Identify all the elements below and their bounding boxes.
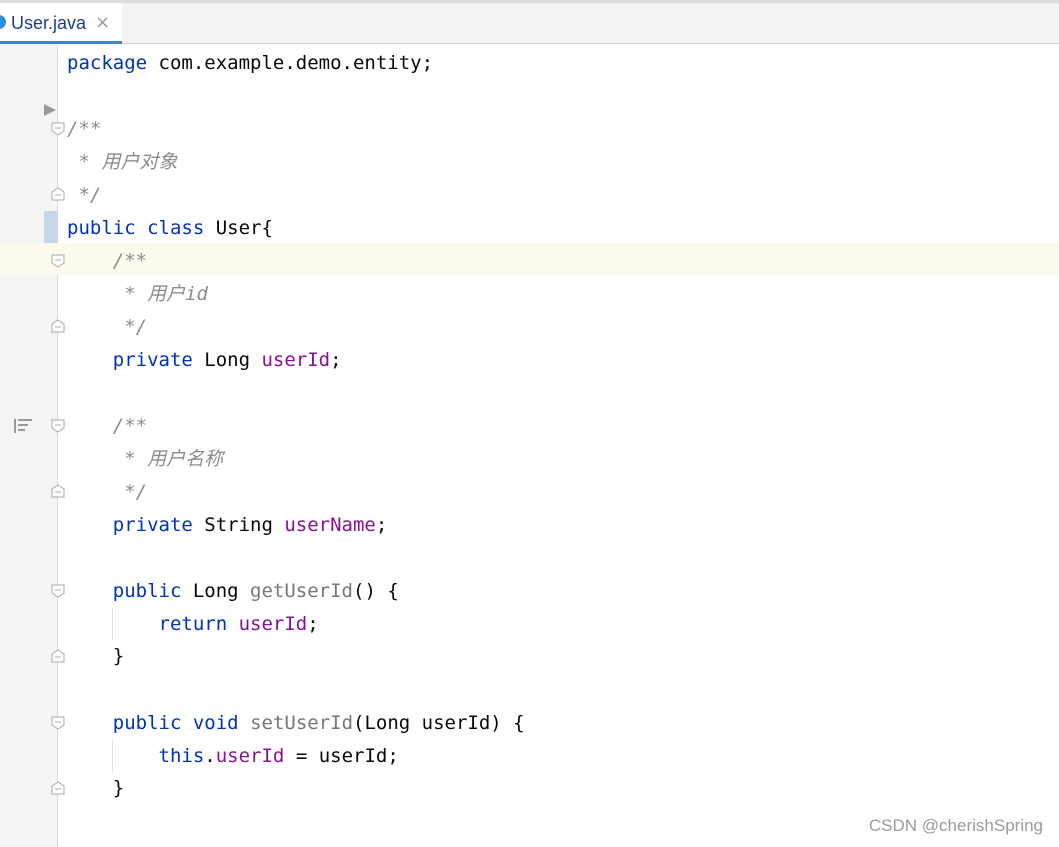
fold-end-icon[interactable] xyxy=(51,187,65,201)
fold-end-icon[interactable] xyxy=(51,649,65,663)
java-class-icon xyxy=(0,15,6,29)
fold-end-icon[interactable] xyxy=(51,484,65,498)
keyword: class xyxy=(147,217,205,239)
code-text: () { xyxy=(353,580,399,602)
code-line-comment[interactable]: * 用户对象 xyxy=(67,146,177,179)
code-text: com.example.demo.entity; xyxy=(147,52,434,74)
field-name: userId xyxy=(261,349,331,371)
keyword: public xyxy=(67,217,136,239)
tab-user-java[interactable]: User.java × xyxy=(0,3,122,44)
code-line[interactable]: package com.example.demo.entity; xyxy=(67,47,433,80)
code-line-comment[interactable]: /** xyxy=(67,245,147,278)
keyword: void xyxy=(192,712,239,734)
code-line[interactable]: private String userName; xyxy=(67,509,388,542)
code-line-comment[interactable]: */ xyxy=(67,476,147,509)
code-text: ; xyxy=(330,349,342,371)
fold-start-icon[interactable] xyxy=(51,419,65,433)
code-text: ; xyxy=(307,613,319,635)
code-line[interactable]: return userId; xyxy=(67,608,319,641)
fold-start-icon[interactable] xyxy=(51,584,65,598)
caret-row-highlight xyxy=(0,243,1059,275)
code-line[interactable]: } xyxy=(67,772,124,805)
field-name: userId xyxy=(215,745,285,767)
method-name: setUserId xyxy=(250,712,354,734)
method-name: getUserId xyxy=(250,580,353,602)
fold-start-icon[interactable] xyxy=(51,254,65,268)
run-gutter-icon[interactable] xyxy=(44,104,56,116)
type-name: Long xyxy=(181,580,251,602)
code-line-comment[interactable]: */ xyxy=(67,179,101,212)
keyword: return xyxy=(158,613,228,635)
watermark: CSDN @cherishSpring xyxy=(868,816,1043,835)
field-name: userId xyxy=(238,613,308,635)
code-line[interactable]: } xyxy=(67,640,124,673)
code-text: ; xyxy=(375,514,388,536)
keyword: public xyxy=(112,712,182,734)
code-line-comment[interactable]: */ xyxy=(67,311,147,344)
type-name: Long xyxy=(192,349,262,371)
code-line-comment[interactable]: /** xyxy=(67,410,147,443)
keyword: package xyxy=(67,52,148,74)
close-icon[interactable]: × xyxy=(95,12,110,33)
code-line[interactable]: public class User{ xyxy=(67,212,273,245)
keyword: this xyxy=(158,745,205,767)
code-line[interactable]: public Long getUserId() { xyxy=(67,575,399,608)
code-line-comment[interactable]: * 用户id xyxy=(67,278,208,311)
render-doc-icon[interactable] xyxy=(14,418,34,434)
field-name: userName xyxy=(284,514,376,536)
code-text: User{ xyxy=(204,217,273,239)
keyword: private xyxy=(112,349,193,371)
fold-start-icon[interactable] xyxy=(51,716,65,730)
tab-label: User.java xyxy=(11,13,87,33)
code-line-comment[interactable]: * 用户名称 xyxy=(67,443,223,476)
code-line[interactable]: public void setUserId(Long userId) { xyxy=(67,707,525,740)
dot: . xyxy=(204,745,216,767)
type-name: String xyxy=(192,514,285,536)
code-text: (Long userId) { xyxy=(353,712,525,734)
editor-tab-bar: User.java × xyxy=(0,0,1059,44)
fold-start-icon[interactable] xyxy=(51,122,65,136)
fold-end-icon[interactable] xyxy=(51,781,65,795)
code-line[interactable]: private Long userId; xyxy=(67,344,342,377)
code-line-comment[interactable]: /** xyxy=(67,113,101,146)
code-line[interactable]: this.userId = userId; xyxy=(67,740,399,773)
editor-gutter xyxy=(0,44,58,847)
fold-end-icon[interactable] xyxy=(51,319,65,333)
keyword: public xyxy=(112,580,182,602)
vcs-change-marker[interactable] xyxy=(44,211,58,243)
code-text: = userId; xyxy=(284,745,399,767)
keyword: private xyxy=(112,514,193,536)
